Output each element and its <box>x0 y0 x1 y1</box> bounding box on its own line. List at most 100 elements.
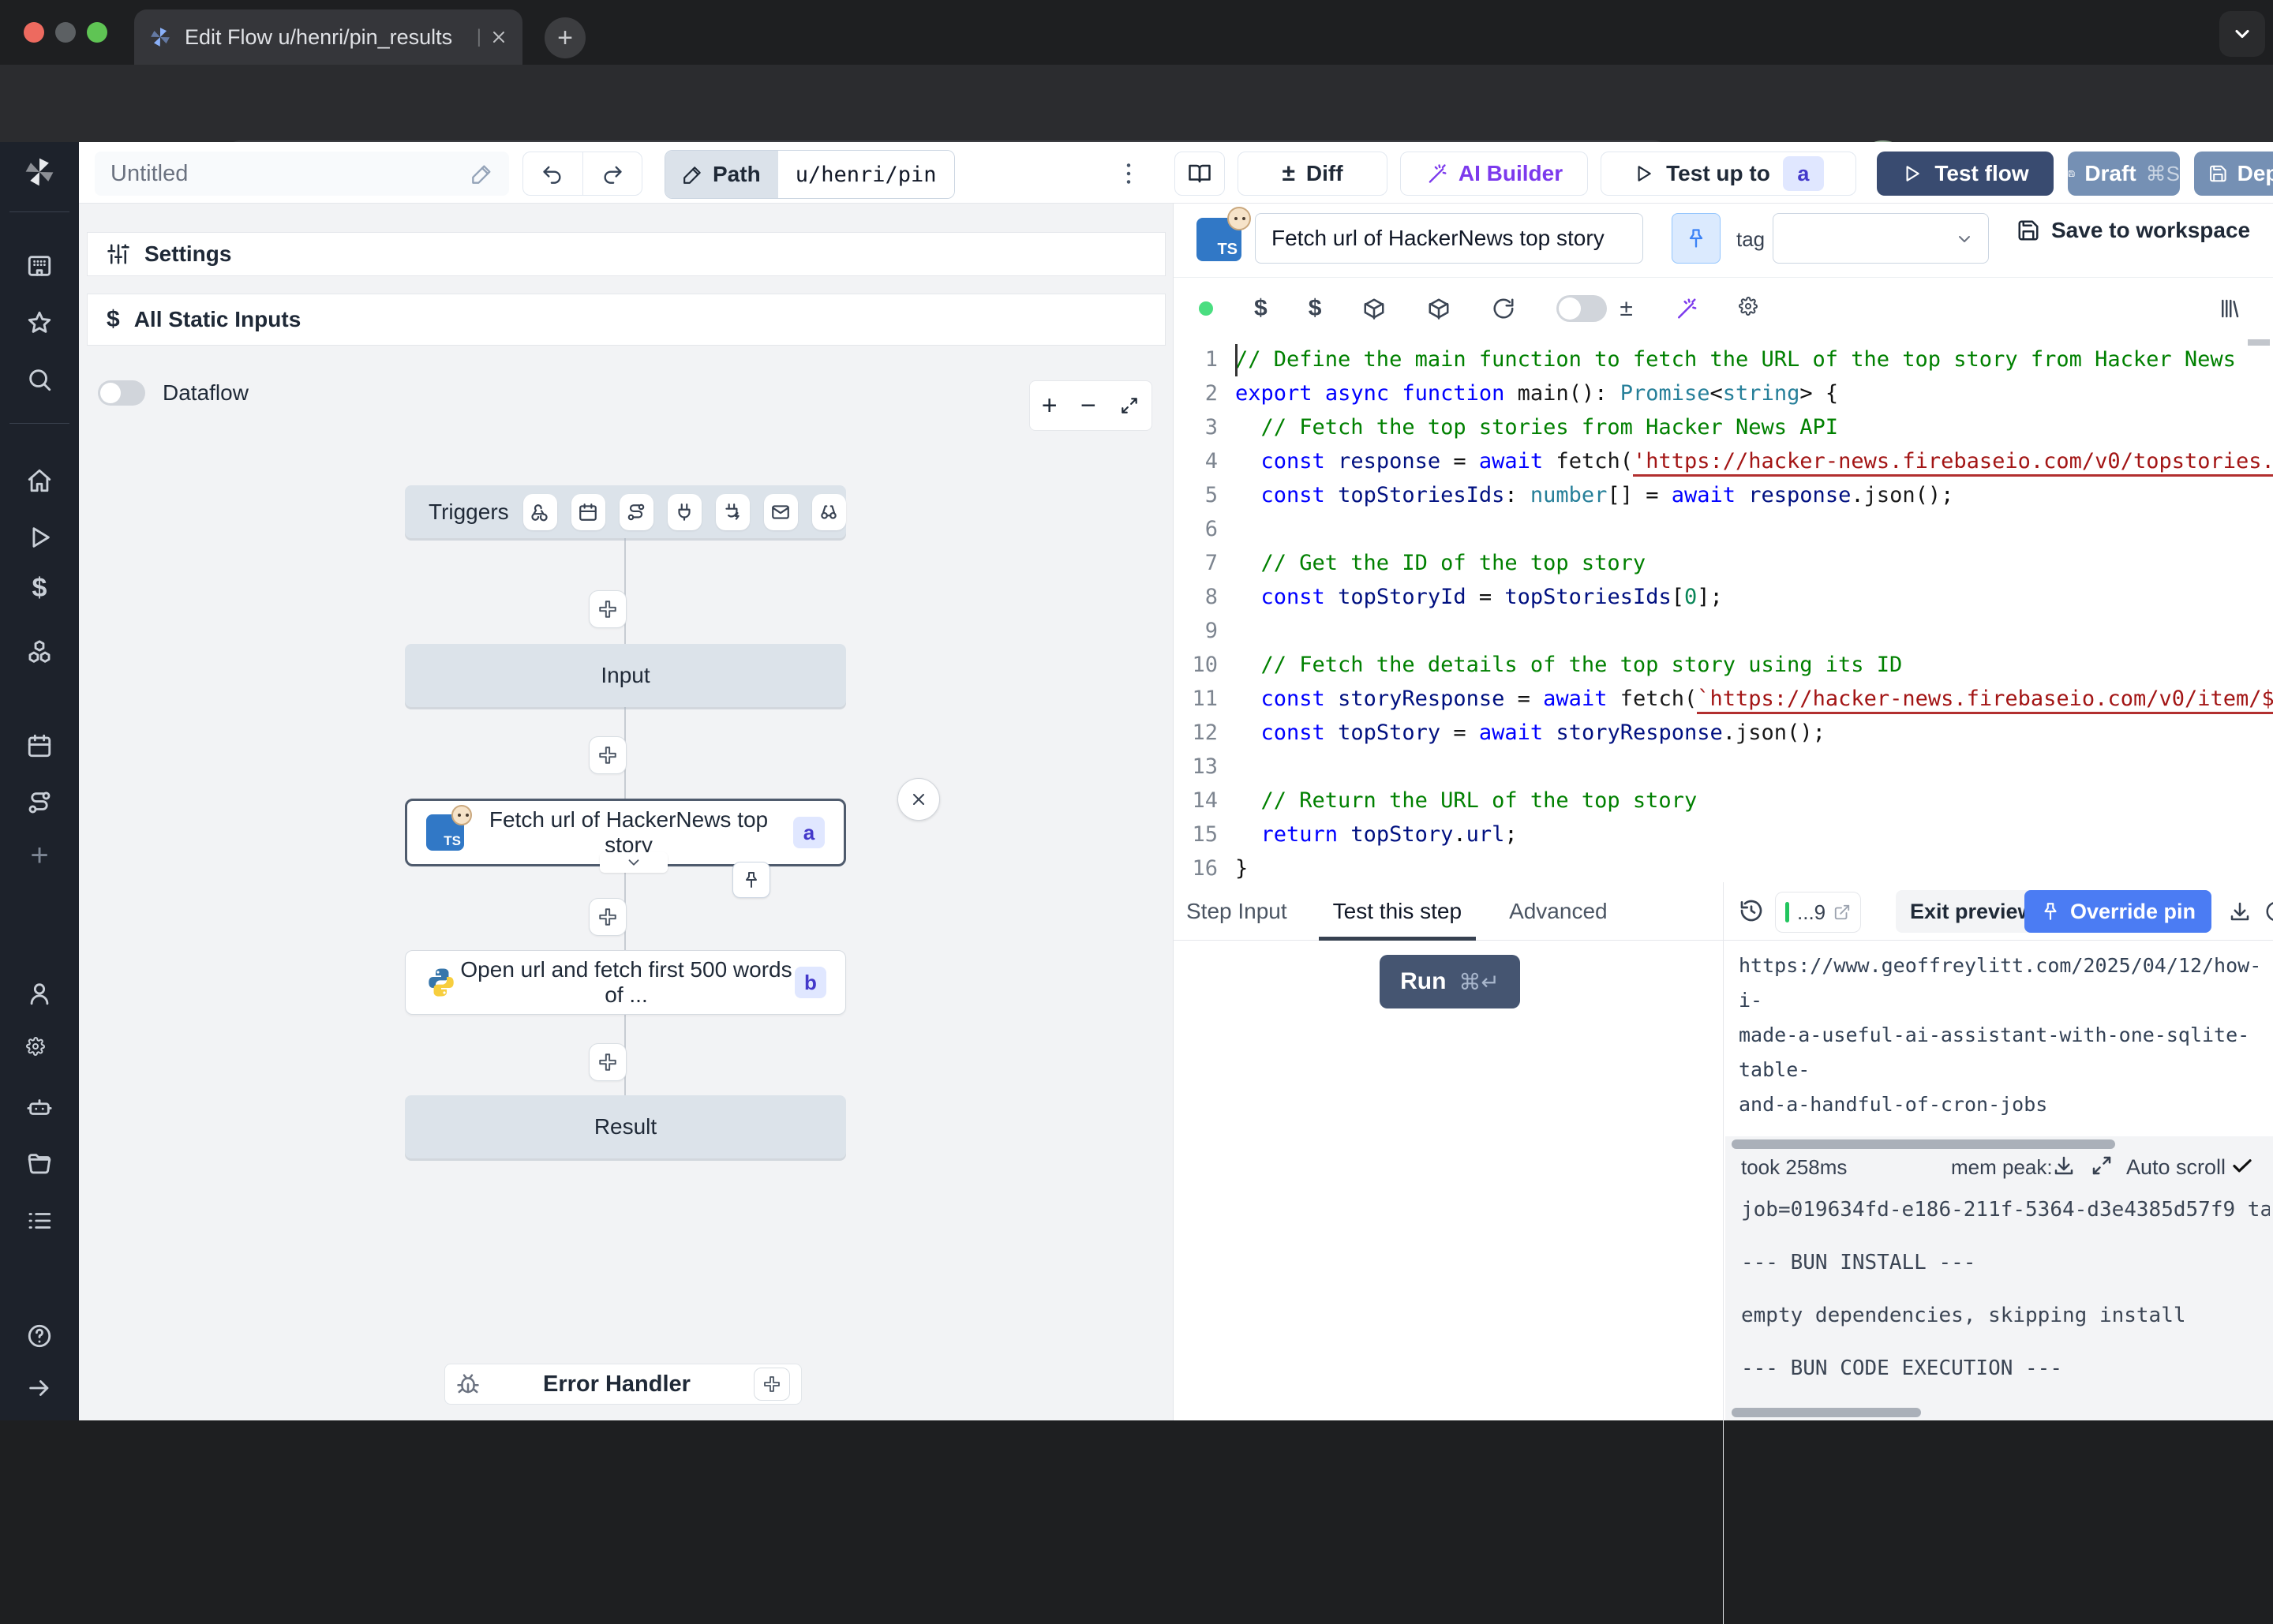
settings-bar[interactable]: Settings <box>87 232 1166 276</box>
mac-close-button[interactable] <box>24 22 44 43</box>
test-up-to-button[interactable]: Test up to a <box>1601 152 1856 196</box>
code-line[interactable]: 4 const response = await fetch('https://… <box>1174 444 2273 478</box>
sidebar-workers-icon[interactable] <box>26 1094 53 1121</box>
editor-settings-icon[interactable] <box>1739 297 1762 320</box>
diff-mode-toggle[interactable] <box>1556 295 1607 322</box>
add-step-button[interactable] <box>589 1043 627 1081</box>
history-icon[interactable] <box>1739 898 1764 923</box>
download-logs-icon[interactable] <box>2052 1154 2076 1177</box>
sidebar-triggers-icon[interactable] <box>26 789 53 816</box>
code-line[interactable]: 5 const topStoriesIds: number[] = await … <box>1174 478 2273 512</box>
mac-zoom-button[interactable] <box>87 22 107 43</box>
dataflow-toggle[interactable] <box>98 380 145 406</box>
schedule-trigger-icon[interactable] <box>571 494 605 530</box>
add-error-handler-button[interactable] <box>754 1368 790 1401</box>
code-line[interactable]: 1// Define the main function to fetch th… <box>1174 342 2273 376</box>
windmill-logo[interactable] <box>22 155 57 189</box>
override-pin-button[interactable]: Override pin <box>2024 890 2211 933</box>
mac-minimize-button[interactable] <box>55 22 76 43</box>
save-to-workspace-button[interactable]: Save to workspace <box>2016 218 2250 243</box>
edit-name-pencil-icon[interactable] <box>471 163 493 185</box>
remove-step-button[interactable] <box>897 778 940 821</box>
fit-view-icon[interactable] <box>1119 395 1140 416</box>
websocket-trigger-icon[interactable] <box>668 494 702 530</box>
sidebar-apps-icon[interactable] <box>26 253 53 279</box>
tab-close-icon[interactable] <box>489 28 508 47</box>
undo-button[interactable] <box>523 163 582 185</box>
tag-select[interactable] <box>1773 213 1989 264</box>
tab-step-input[interactable]: Step Input <box>1186 899 1287 924</box>
poll-trigger-icon[interactable] <box>812 494 846 530</box>
auto-scroll-check-icon[interactable] <box>2230 1154 2254 1177</box>
test-flow-button[interactable]: Test flow <box>1877 152 2054 196</box>
pinned-result-badge[interactable] <box>732 862 770 898</box>
tab-test-this-step[interactable]: Test this step <box>1333 882 1462 941</box>
sidebar-add-icon[interactable]: + <box>26 840 53 871</box>
sidebar-folders-icon[interactable] <box>26 1151 53 1177</box>
docs-button[interactable] <box>1174 152 1225 196</box>
job-status-badge[interactable]: ...9 <box>1775 892 1861 933</box>
info-icon[interactable] <box>2264 900 2273 923</box>
tab-advanced[interactable]: Advanced <box>1509 899 1608 924</box>
more-options-icon[interactable] <box>1114 159 1143 188</box>
sidebar-resources-icon[interactable] <box>26 639 53 666</box>
code-line[interactable]: 2export async function main(): Promise<s… <box>1174 376 2273 410</box>
step-name-input[interactable]: Fetch url of HackerNews top story <box>1255 213 1643 264</box>
test-up-to-step-badge[interactable]: a <box>1783 156 1824 191</box>
sidebar-variables-icon[interactable]: $ <box>26 574 53 601</box>
external-link-icon[interactable] <box>1833 904 1851 921</box>
sidebar-home-icon[interactable] <box>26 467 53 494</box>
browser-tab[interactable]: Edit Flow u/henri/pin_results | <box>134 9 522 65</box>
result-node[interactable]: Result <box>405 1095 846 1158</box>
code-line[interactable]: 13 <box>1174 750 2273 784</box>
input-node[interactable]: Input <box>405 644 846 707</box>
diff-button[interactable]: ± Diff <box>1238 152 1387 196</box>
package-lock-icon[interactable] <box>1427 297 1451 320</box>
code-line[interactable]: 7 // Get the ID of the top story <box>1174 546 2273 580</box>
add-step-button[interactable] <box>589 590 627 628</box>
new-tab-button[interactable]: + <box>545 17 586 58</box>
log-hscrollbar-bottom[interactable] <box>1732 1408 1921 1417</box>
code-line[interactable]: 9 <box>1174 614 2273 648</box>
log-output[interactable]: job=019634fd-e186-211f-5364-d3e4385d57f9… <box>1741 1198 2270 1409</box>
code-line[interactable]: 10 // Fetch the details of the top story… <box>1174 648 2273 682</box>
download-result-icon[interactable] <box>2228 900 2252 923</box>
reload-code-icon[interactable] <box>1492 297 1515 320</box>
sidebar-users-icon[interactable] <box>26 980 53 1007</box>
run-button[interactable]: Run ⌘↵ <box>1380 955 1520 1008</box>
kafka-trigger-icon[interactable] <box>716 494 750 530</box>
webhook-trigger-icon[interactable] <box>523 494 557 530</box>
sidebar-favorites-icon[interactable] <box>26 309 53 336</box>
sidebar-search-icon[interactable] <box>26 366 53 393</box>
code-editor[interactable]: 1// Define the main function to fetch th… <box>1174 339 2273 882</box>
add-step-button[interactable] <box>589 898 627 936</box>
pin-step-button[interactable] <box>1672 213 1721 264</box>
ai-assist-icon[interactable] <box>1674 297 1698 320</box>
zoom-in-icon[interactable]: + <box>1042 391 1058 421</box>
redo-button[interactable] <box>583 163 642 185</box>
code-line[interactable]: 16} <box>1174 851 2273 882</box>
zoom-out-icon[interactable]: − <box>1080 391 1096 421</box>
deploy-button[interactable]: Deploy <box>2194 152 2273 196</box>
static-inputs-icon[interactable]: $ <box>1254 295 1268 322</box>
email-trigger-icon[interactable] <box>764 494 798 530</box>
library-panel-icon[interactable] <box>2218 297 2241 320</box>
code-line[interactable]: 11 const storyResponse = await fetch(`ht… <box>1174 682 2273 716</box>
code-line[interactable]: 3 // Fetch the top stories from Hacker N… <box>1174 410 2273 444</box>
route-trigger-icon[interactable] <box>620 494 653 530</box>
sidebar-collapse-icon[interactable] <box>26 1375 53 1401</box>
expand-step-chevron[interactable] <box>600 852 668 873</box>
code-line[interactable]: 6 <box>1174 512 2273 546</box>
draft-button[interactable]: Draft ⌘S <box>2068 152 2180 196</box>
all-static-inputs-bar[interactable]: $ All Static Inputs <box>87 294 1166 346</box>
code-line[interactable]: 8 const topStoryId = topStoriesIds[0]; <box>1174 580 2273 614</box>
step-b-node[interactable]: Open url and fetch first 500 words of ..… <box>405 950 846 1015</box>
triggers-node[interactable]: Triggers <box>405 485 846 538</box>
tab-search-chevron-icon[interactable] <box>2219 11 2265 57</box>
sidebar-runs-icon[interactable] <box>26 524 53 551</box>
expand-logs-icon[interactable] <box>2090 1154 2114 1177</box>
flow-name-field[interactable]: Untitled <box>95 152 509 196</box>
error-handler-node[interactable]: Error Handler <box>444 1364 802 1405</box>
result-url[interactable]: https://www.geoffreylitt.com/2025/04/12/… <box>1739 949 2273 1122</box>
path-control[interactable]: Path u/henri/pin <box>665 150 955 199</box>
